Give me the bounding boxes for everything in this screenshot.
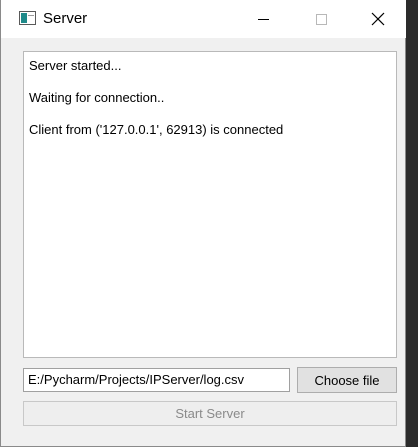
close-icon xyxy=(371,12,385,26)
minimize-icon xyxy=(257,18,269,20)
log-line: Client from ('127.0.0.1', 62913) is conn… xyxy=(29,122,284,137)
maximize-button[interactable] xyxy=(292,0,350,38)
file-path-input[interactable]: E:/Pycharm/Projects/IPServer/log.csv xyxy=(23,368,290,392)
window-title: Server xyxy=(43,10,88,27)
log-line: Waiting for connection.. xyxy=(29,90,165,105)
log-line: Server started... xyxy=(29,58,122,73)
background-editor xyxy=(404,0,418,447)
minimize-button[interactable] xyxy=(234,0,292,38)
maximize-icon xyxy=(315,13,327,25)
log-output[interactable]: Server started... Waiting for connection… xyxy=(23,51,397,358)
choose-file-button[interactable]: Choose file xyxy=(297,367,397,393)
title-bar[interactable]: Server xyxy=(1,0,406,38)
server-window: Server Server started... Waiting for con… xyxy=(0,0,406,447)
app-window-icon xyxy=(19,11,36,25)
start-server-button[interactable]: Start Server xyxy=(23,401,397,426)
close-button[interactable] xyxy=(349,0,407,38)
